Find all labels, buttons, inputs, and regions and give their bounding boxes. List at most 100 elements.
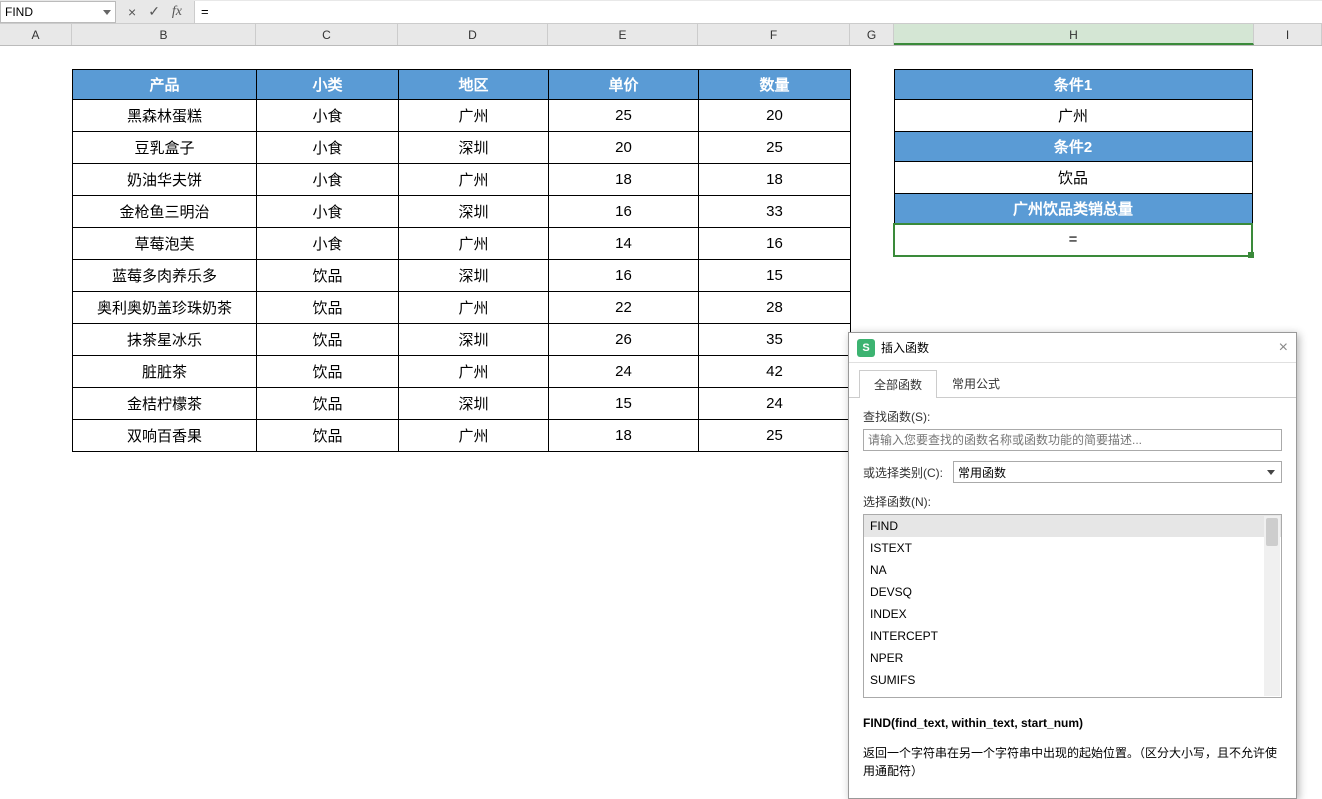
table-cell[interactable]: 深圳 <box>399 388 549 420</box>
column-header-A[interactable]: A <box>0 24 72 45</box>
function-item[interactable]: INTERCEPT <box>864 625 1281 647</box>
table-cell[interactable]: 小食 <box>257 196 399 228</box>
table-cell[interactable]: 抹茶星冰乐 <box>73 324 257 356</box>
table-cell[interactable]: 35 <box>699 324 851 356</box>
function-item[interactable]: INDEX <box>864 603 1281 625</box>
formula-input[interactable]: = <box>194 1 1322 23</box>
column-header-H[interactable]: H <box>894 24 1254 45</box>
column-header-F[interactable]: F <box>698 24 850 45</box>
table-cell[interactable]: 饮品 <box>257 388 399 420</box>
table-cell[interactable]: 草莓泡芙 <box>73 228 257 260</box>
table-cell[interactable]: 18 <box>549 420 699 452</box>
category-select[interactable]: 常用函数 <box>953 461 1282 483</box>
table-cell[interactable]: 深圳 <box>399 196 549 228</box>
table-cell[interactable]: 广州 <box>399 292 549 324</box>
table-cell[interactable]: 饮品 <box>257 260 399 292</box>
formula-bar: FIND × ✓ fx = <box>0 0 1322 24</box>
table-cell[interactable]: 20 <box>549 132 699 164</box>
tab-common-formulas[interactable]: 常用公式 <box>937 369 1015 397</box>
table-cell[interactable]: 25 <box>699 420 851 452</box>
table-row: 脏脏茶饮品广州2442 <box>73 356 851 388</box>
function-item[interactable]: ISTEXT <box>864 537 1281 559</box>
dialog-title: 插入函数 <box>881 339 929 356</box>
table-cell[interactable]: 16 <box>549 260 699 292</box>
function-item[interactable]: FIND <box>864 515 1281 537</box>
table-cell[interactable]: 小食 <box>257 132 399 164</box>
table-cell[interactable]: 16 <box>549 196 699 228</box>
column-header-B[interactable]: B <box>72 24 256 45</box>
table-header: 小类 <box>257 70 399 100</box>
fx-icon[interactable]: fx <box>172 4 182 20</box>
table-cell[interactable]: 26 <box>549 324 699 356</box>
cond2-value[interactable]: 饮品 <box>894 162 1252 194</box>
cancel-icon[interactable]: × <box>128 4 136 20</box>
table-cell[interactable]: 14 <box>549 228 699 260</box>
table-cell[interactable]: 奥利奥奶盖珍珠奶茶 <box>73 292 257 324</box>
column-header-C[interactable]: C <box>256 24 398 45</box>
table-cell[interactable]: 24 <box>549 356 699 388</box>
table-cell[interactable]: 15 <box>549 388 699 420</box>
function-item[interactable]: DEVSQ <box>864 581 1281 603</box>
cond1-value[interactable]: 广州 <box>894 100 1252 132</box>
function-list[interactable]: FINDISTEXTNADEVSQINDEXINTERCEPTNPERSUMIF… <box>864 515 1281 697</box>
table-cell[interactable]: 25 <box>549 100 699 132</box>
function-item[interactable]: NPER <box>864 647 1281 669</box>
search-input[interactable] <box>863 429 1282 451</box>
table-header: 单价 <box>549 70 699 100</box>
confirm-icon[interactable]: ✓ <box>148 3 160 20</box>
table-cell[interactable]: 广州 <box>399 356 549 388</box>
table-cell[interactable]: 小食 <box>257 228 399 260</box>
total-value-active-cell[interactable]: = <box>894 224 1252 256</box>
tab-all-functions[interactable]: 全部函数 <box>859 370 937 398</box>
column-header-I[interactable]: I <box>1254 24 1322 45</box>
table-cell[interactable]: 小食 <box>257 100 399 132</box>
table-cell[interactable]: 16 <box>699 228 851 260</box>
column-header-E[interactable]: E <box>548 24 698 45</box>
table-cell[interactable]: 18 <box>699 164 851 196</box>
table-cell[interactable]: 饮品 <box>257 420 399 452</box>
table-cell[interactable]: 广州 <box>399 420 549 452</box>
function-item[interactable]: SUMIFS <box>864 669 1281 691</box>
table-cell[interactable]: 28 <box>699 292 851 324</box>
table-cell[interactable]: 深圳 <box>399 260 549 292</box>
table-cell[interactable]: 25 <box>699 132 851 164</box>
table-cell[interactable]: 42 <box>699 356 851 388</box>
table-cell[interactable]: 双响百香果 <box>73 420 257 452</box>
dialog-titlebar[interactable]: S 插入函数 × <box>849 333 1296 363</box>
table-cell[interactable]: 蓝莓多肉养乐多 <box>73 260 257 292</box>
table-cell[interactable]: 广州 <box>399 228 549 260</box>
table-row: 金枪鱼三明治小食深圳1633 <box>73 196 851 228</box>
table-cell[interactable]: 广州 <box>399 164 549 196</box>
table-cell[interactable]: 饮品 <box>257 324 399 356</box>
column-header-G[interactable]: G <box>850 24 894 45</box>
table-cell[interactable]: 金桔柠檬茶 <box>73 388 257 420</box>
table-cell[interactable]: 15 <box>699 260 851 292</box>
table-header: 数量 <box>699 70 851 100</box>
table-cell[interactable]: 黑森林蛋糕 <box>73 100 257 132</box>
table-cell[interactable]: 深圳 <box>399 132 549 164</box>
table-row: 双响百香果饮品广州1825 <box>73 420 851 452</box>
scrollbar[interactable] <box>1264 516 1280 696</box>
table-cell[interactable]: 33 <box>699 196 851 228</box>
column-header-D[interactable]: D <box>398 24 548 45</box>
table-cell[interactable]: 24 <box>699 388 851 420</box>
table-cell[interactable]: 金枪鱼三明治 <box>73 196 257 228</box>
name-box[interactable]: FIND <box>0 1 116 23</box>
table-cell[interactable]: 22 <box>549 292 699 324</box>
table-cell[interactable]: 小食 <box>257 164 399 196</box>
scrollbar-thumb[interactable] <box>1266 518 1278 546</box>
table-cell[interactable]: 18 <box>549 164 699 196</box>
table-cell[interactable]: 饮品 <box>257 356 399 388</box>
table-cell[interactable]: 奶油华夫饼 <box>73 164 257 196</box>
spreadsheet-canvas[interactable]: 产品小类地区单价数量 黑森林蛋糕小食广州2520豆乳盒子小食深圳2025奶油华夫… <box>0 46 1322 773</box>
table-cell[interactable]: 深圳 <box>399 324 549 356</box>
table-cell[interactable]: 20 <box>699 100 851 132</box>
close-icon[interactable]: × <box>1279 339 1288 357</box>
table-cell[interactable]: 脏脏茶 <box>73 356 257 388</box>
function-item[interactable]: NA <box>864 559 1281 581</box>
table-cell[interactable]: 豆乳盒子 <box>73 132 257 164</box>
table-cell[interactable]: 广州 <box>399 100 549 132</box>
table-cell[interactable]: 饮品 <box>257 292 399 324</box>
formula-bar-icons: × ✓ fx <box>116 3 194 20</box>
select-function-label: 选择函数(N): <box>863 493 1282 510</box>
